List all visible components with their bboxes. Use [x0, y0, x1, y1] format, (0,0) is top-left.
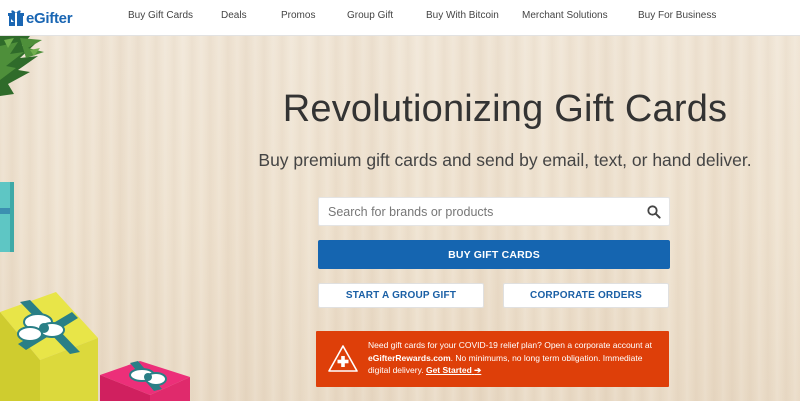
buy-gift-cards-button[interactable]: BUY GIFT CARDS [318, 240, 670, 269]
arrow-right-icon: ➔ [474, 365, 482, 375]
nav-buy-with-bitcoin[interactable]: Buy With Bitcoin [426, 10, 499, 21]
banner-site: eGifterRewards.com [368, 352, 451, 363]
pink-gift-decoration [100, 361, 190, 401]
corporate-orders-button[interactable]: CORPORATE ORDERS [503, 283, 669, 308]
nav-group-gift[interactable]: Group Gift [347, 10, 393, 21]
page-title: Revolutionizing Gift Cards [282, 88, 728, 130]
page-subtitle: Buy premium gift cards and send by email… [258, 150, 752, 170]
plant-decoration [0, 36, 44, 96]
nav-buy-for-business[interactable]: Buy For Business [638, 10, 716, 21]
yellow-gift-decoration [0, 292, 98, 401]
start-group-gift-button[interactable]: START A GROUP GIFT [318, 283, 484, 308]
nav-promos[interactable]: Promos [281, 10, 315, 21]
nav-merchant-solutions[interactable]: Merchant Solutions [522, 10, 608, 21]
search-input[interactable] [319, 198, 629, 225]
nav-buy-gift-cards[interactable]: Buy Gift Cards [128, 10, 193, 21]
get-started-link[interactable]: Get Started ➔ [426, 365, 481, 375]
search-box [318, 197, 670, 226]
banner-line1: Need gift cards for your COVID-19 relief… [368, 340, 652, 350]
logo-text: eGifter [26, 9, 73, 27]
nav-deals[interactable]: Deals [221, 10, 247, 21]
covid-relief-banner: Need gift cards for your COVID-19 relief… [316, 331, 669, 387]
search-icon[interactable] [647, 205, 661, 219]
gift-box-icon [8, 10, 24, 26]
plus-cross-icon [328, 345, 358, 372]
get-started-label: Get Started [425, 365, 472, 375]
logo[interactable]: eGifter [8, 7, 73, 29]
top-navbar: eGifter Buy Gift Cards Deals Promos Grou… [0, 0, 800, 36]
teal-gift-decoration [0, 182, 14, 252]
banner-text: Need gift cards for your COVID-19 relief… [368, 339, 664, 377]
